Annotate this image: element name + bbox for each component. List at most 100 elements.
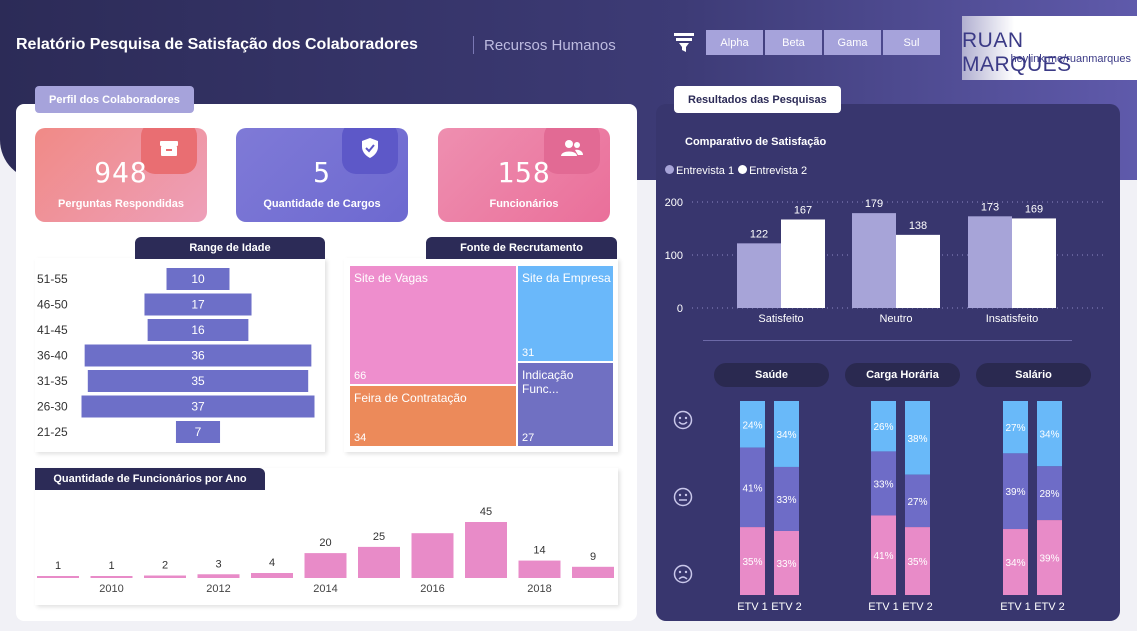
- stack-value-label: 27%: [1005, 423, 1025, 434]
- page-subtitle: Recursos Humanos: [484, 37, 616, 54]
- age-tick-label: 36-40: [37, 349, 68, 363]
- age-range-chart: 51-55 10 46-50 17 41-45 16 36-40 36 31-35 35 26-30…: [35, 258, 325, 452]
- category-tick-label: Insatisfeito: [986, 313, 1039, 325]
- filter-chip-gama[interactable]: Gama: [824, 30, 881, 55]
- filter-chip-beta[interactable]: Beta: [765, 30, 822, 55]
- year-bar[interactable]: [411, 533, 454, 578]
- legend-item-etv2[interactable]: Entrevista 2: [738, 165, 807, 177]
- treemap-value: 34: [354, 432, 367, 444]
- satisfaction-value-label: 122: [750, 228, 768, 240]
- treemap-value: 66: [354, 370, 367, 382]
- employees-per-year-title: Quantidade de Funcionários por Ano: [35, 468, 265, 490]
- satisfaction-bar[interactable]: [896, 234, 940, 308]
- stack-value-label: 41%: [742, 483, 762, 494]
- filter-chip-sul[interactable]: Sul: [883, 30, 940, 55]
- kpi-label: Funcionários: [489, 198, 559, 210]
- year-bar[interactable]: [358, 546, 400, 578]
- kpi-card-questions: 948 Perguntas Respondidas: [35, 128, 207, 222]
- satisfaction-bar[interactable]: [968, 216, 1012, 308]
- age-tick-label: 41-45: [37, 323, 68, 337]
- age-value-label: 35: [191, 374, 205, 388]
- section-tag-resultados: Resultados das Pesquisas: [674, 86, 841, 113]
- stack-tick-label: ETV 1: [737, 601, 768, 613]
- stack-value-label: 34%: [1005, 558, 1025, 569]
- category-tick-label: Neutro: [879, 313, 912, 325]
- year-tick-label: 2012: [206, 583, 230, 595]
- age-tick-label: 26-30: [37, 400, 68, 414]
- stack-value-label: 38%: [907, 434, 927, 445]
- age-range-svg: 51-55 10 46-50 17 41-45 16 36-40 36 31-35 35 26-30…: [37, 268, 315, 443]
- satisfaction-bar[interactable]: [737, 243, 781, 308]
- stack-value-label: 34%: [776, 430, 796, 441]
- satisfaction-value-label: 173: [981, 201, 999, 213]
- stack-value-label: 35%: [907, 557, 927, 568]
- brand-logo[interactable]: RUAN MARQUES heylink.me/ruanmarques: [962, 16, 1137, 80]
- year-bar[interactable]: [251, 573, 293, 578]
- satisfaction-bar[interactable]: [781, 219, 825, 308]
- satisfaction-bar-svg: 0 100 200 122 167 Satisfeito 179 138 Neutro 173 16…: [665, 197, 1106, 325]
- y-tick-label: 200: [665, 197, 683, 209]
- stack-value-label: 33%: [776, 559, 796, 570]
- treemap-cell[interactable]: Feira de Contratação 34: [350, 386, 516, 446]
- satisfaction-bar[interactable]: [1012, 218, 1056, 308]
- filter-chip-alpha[interactable]: Alpha: [706, 30, 763, 55]
- year-value-label: 14: [533, 545, 545, 557]
- satisfaction-value-label: 169: [1025, 203, 1043, 215]
- kpi-value: 948: [94, 156, 148, 189]
- stack-value-label: 33%: [776, 495, 796, 506]
- page-title: Relatório Pesquisa de Satisfação dos Col…: [16, 36, 418, 53]
- recruitment-source-chart: Site de Vagas 66 Site da Empresa 31 Feir…: [344, 258, 618, 452]
- year-value-label: 45: [480, 506, 492, 518]
- year-value-label: 25: [373, 531, 385, 543]
- year-bar[interactable]: [197, 574, 240, 578]
- category-tick-label: Satisfeito: [758, 313, 803, 325]
- recruitment-source-title: Fonte de Recrutamento: [426, 237, 617, 259]
- stack-value-label: 34%: [1039, 430, 1059, 441]
- category-pill-saude: Saúde: [714, 363, 829, 387]
- satisfaction-bar[interactable]: [852, 213, 896, 308]
- year-bar[interactable]: [518, 560, 561, 578]
- treemap-cell[interactable]: Site da Empresa 31: [518, 266, 613, 361]
- kpi-value: 158: [497, 156, 551, 189]
- age-range-title: Range de Idade: [135, 237, 325, 259]
- stack-value-label: 28%: [1039, 489, 1059, 500]
- filter-icon[interactable]: [673, 31, 695, 53]
- treemap-value: 31: [522, 347, 535, 359]
- kpi-label: Quantidade de Cargos: [263, 198, 381, 210]
- age-value-label: 36: [191, 349, 205, 363]
- legend-item-etv1[interactable]: Entrevista 1: [665, 165, 734, 177]
- title-separator: [473, 36, 474, 54]
- kpi-value: 5: [313, 156, 331, 189]
- year-bar[interactable]: [144, 575, 186, 578]
- year-bar[interactable]: [465, 522, 507, 578]
- stack-value-label: 26%: [873, 422, 893, 433]
- legend-label: Entrevista 2: [749, 165, 808, 177]
- category-pill-salario: Salário: [976, 363, 1091, 387]
- age-tick-label: 46-50: [37, 298, 68, 312]
- year-bar[interactable]: [304, 553, 347, 578]
- category-pill-carga: Carga Horária: [845, 363, 960, 387]
- stack-value-label: 27%: [907, 497, 927, 508]
- stack-value-label: 33%: [873, 479, 893, 490]
- year-value-label: 4: [269, 557, 275, 569]
- stack-value-label: 39%: [1039, 554, 1059, 565]
- year-tick-label: 2016: [420, 583, 444, 595]
- legend-dot: [665, 165, 674, 174]
- treemap-cell[interactable]: Indicação Func... 27: [518, 363, 613, 446]
- age-value-label: 16: [191, 323, 205, 337]
- year-bar[interactable]: [90, 576, 133, 578]
- satisfaction-legend: Entrevista 1 Entrevista 2: [665, 165, 807, 177]
- age-value-label: 10: [191, 272, 205, 286]
- brand-link[interactable]: heylink.me/ruanmarques: [1011, 53, 1131, 65]
- year-bar[interactable]: [572, 566, 614, 578]
- stack-tick-label: ETV 2: [1034, 601, 1065, 613]
- kpi-card-roles: 5 Quantidade de Cargos: [236, 128, 408, 222]
- treemap-label: Site de Vagas: [354, 271, 428, 285]
- stack-tick-label: ETV 1: [868, 601, 899, 613]
- age-tick-label: 51-55: [37, 272, 68, 286]
- stack-value-label: 24%: [742, 420, 762, 431]
- kpi-label: Perguntas Respondidas: [58, 198, 184, 210]
- year-bar[interactable]: [37, 576, 79, 578]
- stack-tick-label: ETV 2: [771, 601, 802, 613]
- treemap-cell[interactable]: Site de Vagas 66: [350, 266, 516, 384]
